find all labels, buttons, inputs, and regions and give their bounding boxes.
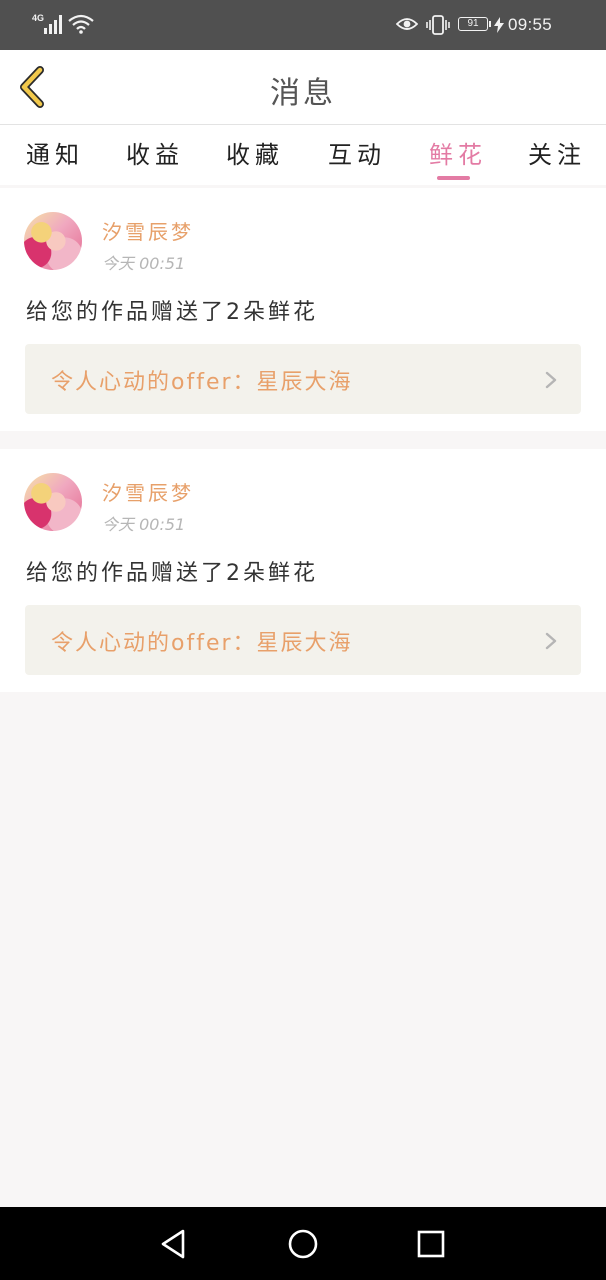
status-right: 91 09:55 [396, 12, 576, 38]
screen: 4G 91 09:55 消息 通知 收益 收藏 互动 鲜花 关注 汐雪辰梦 今天… [0, 0, 606, 1280]
message-card: 汐雪辰梦 今天 00:51 给您的作品赠送了2朵鲜花 令人心动的offer：星辰… [0, 188, 606, 431]
message-text: 给您的作品赠送了2朵鲜花 [26, 561, 318, 586]
work-title: 令人心动的offer：星辰大海 [51, 370, 353, 395]
status-bar: 4G 91 09:55 [0, 0, 606, 50]
work-link[interactable]: 令人心动的offer：星辰大海 [25, 344, 581, 414]
tab-interactions[interactable]: 互动 [328, 135, 386, 170]
network-type: 4G [32, 13, 45, 23]
charging-icon [494, 17, 504, 33]
avatar[interactable] [24, 473, 82, 531]
clock: 09:55 [508, 15, 553, 34]
username[interactable]: 汐雪辰梦 [102, 477, 194, 506]
timestamp: 今天 00:51 [102, 515, 186, 534]
avatar[interactable] [24, 212, 82, 270]
battery-icon: 91 [458, 17, 488, 31]
message-text: 给您的作品赠送了2朵鲜花 [26, 300, 318, 325]
tab-favorites[interactable]: 收藏 [226, 135, 284, 170]
wifi-icon [68, 14, 94, 34]
tab-notifications[interactable]: 通知 [26, 135, 84, 170]
work-link[interactable]: 令人心动的offer：星辰大海 [25, 605, 581, 675]
vibrate-icon [426, 15, 450, 35]
signal-icon [44, 15, 62, 34]
message-card: 汐雪辰梦 今天 00:51 给您的作品赠送了2朵鲜花 令人心动的offer：星辰… [0, 449, 606, 692]
square-recents-icon[interactable] [414, 1227, 448, 1261]
tab-bar: 通知 收益 收藏 互动 鲜花 关注 [0, 125, 606, 185]
circle-home-icon[interactable] [286, 1227, 320, 1261]
header: 消息 [0, 50, 606, 125]
triangle-back-icon[interactable] [157, 1227, 191, 1261]
username[interactable]: 汐雪辰梦 [102, 216, 194, 245]
chevron-right-icon [545, 371, 557, 389]
page-title: 消息 [270, 76, 336, 111]
timestamp: 今天 00:51 [102, 254, 186, 273]
tab-follows[interactable]: 关注 [528, 135, 586, 170]
battery-tip [489, 21, 491, 27]
work-title: 令人心动的offer：星辰大海 [51, 631, 353, 656]
chevron-right-icon [545, 632, 557, 650]
active-tab-indicator [437, 176, 470, 180]
eye-comfort-icon [396, 18, 418, 30]
tab-earnings[interactable]: 收益 [126, 135, 184, 170]
tab-flowers[interactable]: 鲜花 [429, 135, 487, 170]
status-left: 4G [32, 12, 102, 38]
navigation-bar [0, 1207, 606, 1280]
